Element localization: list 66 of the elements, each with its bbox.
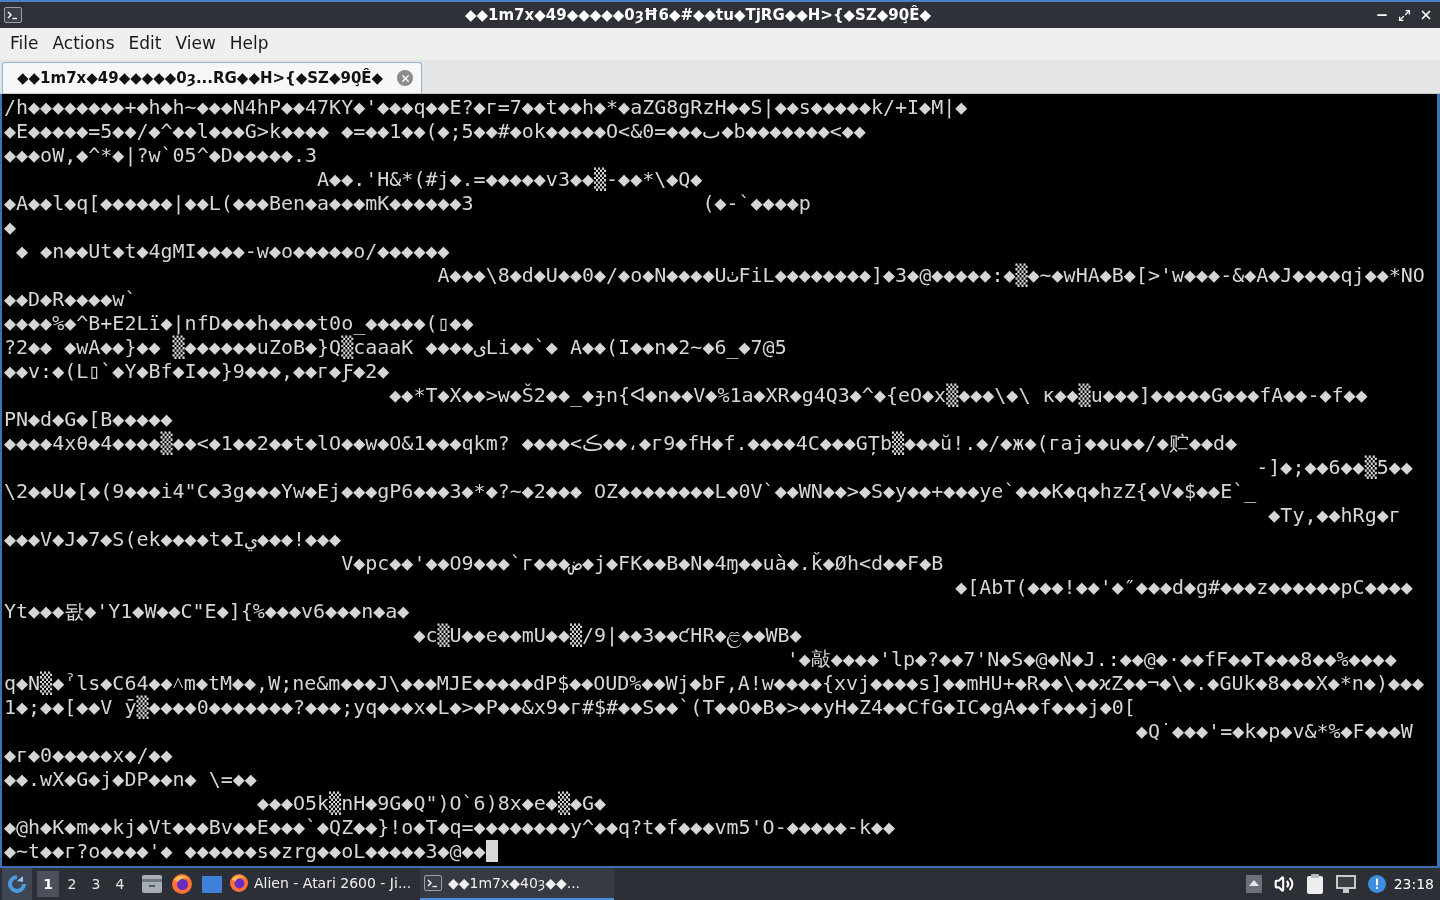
desktop-switch[interactable]: 2 <box>61 871 83 897</box>
desktop-switch[interactable]: 4 <box>109 871 131 897</box>
terminal-text: ◆ <box>4 215 17 239</box>
close-icon <box>399 72 411 84</box>
window-title: ◆◆1m7x◆49◆◆◆◆◆0ȝĦ6◆#◆◆tu◆TjRG◆◆H>{◆SZ◆90̧Ê◆ <box>465 4 931 26</box>
arrow-up-icon[interactable] <box>1245 875 1262 893</box>
terminal-icon <box>4 7 22 23</box>
terminal-text: 1◆;◆◆[◆◆V ȳ▒◆◆◆◆0◆◆◆◆◆◆◆?◆◆◆;yq◆◆◆x◆L◆>◆P◆◆&x9◆г#$#◆◆S◆◆`(T◆◆O◆B◆>◆◆yH◆Z4◆◆CfG◆IC◆gA◆◆f◆◆◆j◆0[ <box>4 695 1136 719</box>
info-icon[interactable] <box>1367 875 1386 893</box>
terminal-text: A◆◆.'H&*(#j◆.=◆◆◆◆◆v3◆◆▒-◆◆*\◆Q◆ <box>317 167 703 191</box>
terminal-text: Yt◆◆◆돲◆'Y1◆W◆◆C"E◆]{%◆◆◆v6◆◆◆n◆a◆ <box>4 599 410 623</box>
terminal-text: PN◆d◆G◆[B◆◆◆◆◆ <box>4 407 173 431</box>
maximize-button[interactable] <box>1396 7 1412 23</box>
terminal-text: ◆◆◆◆%◆^B+E2Lï◆|nfD◆◆◆h◆◆◆◆t0o_◆◆◆◆◆(▯◆◆ <box>4 311 474 335</box>
terminal-text: \2◆◆U◆[◆(9◆◆◆i4"C◆3g◆◆◆Yw◆Ej◆◆◆gP6◆◆◆3◆*◆?~◆2◆◆◆ OZ◆◆◆◆◆◆◆◆L◆0V`◆◆WN◆◆>◆S◆y◆◆+◆◆◆ye`◆◆◆K◆q◆hzZ{◆V◆$◆◆E`_ <box>4 479 1257 503</box>
tab-close-button[interactable] <box>397 70 414 86</box>
terminal-tab[interactable]: ◆◆1m7x◆49◆◆◆◆◆0ȝ...RG◆◆H>{◆SZ◆90̧Ê◆ <box>2 62 423 93</box>
task-button[interactable]: Alien - Atari 2600 - Ji... <box>226 868 420 900</box>
terminal-text: ◆ ◆n◆◆Ut◆t◆4gMI◆◆◆◆-w◆o◆◆◆◆◆o/◆◆◆◆◆◆ <box>16 239 450 263</box>
menu-item[interactable]: Actions <box>45 30 122 58</box>
task-button[interactable]: ◆◆1m7x◆40ȝ◆◆... <box>420 868 614 900</box>
terminal-text: ◆Q˙◆◆◆'=◆k◆p◆v&*%◆F◆◆◆W <box>1135 719 1413 743</box>
terminal-text: ◆A◆◆l◆q[◆◆◆◆◆◆|◆◆L(◆◆◆Ben◆a◆◆◆mK◆◆◆◆◆◆3 <box>4 191 474 215</box>
browser-icon <box>230 874 248 892</box>
terminal-text: ◆c▒U◆◆e◆◆mU◆◆▒/9|◆◆3◆◆ƈHR◆ළ◆◆WB◆ <box>413 623 802 647</box>
swirl-icon <box>6 873 28 895</box>
menu-item[interactable]: Help <box>222 30 276 58</box>
screen-icon[interactable] <box>202 875 222 893</box>
terminal-text: ◆[AbT(◆◆◆!◆◆'◆″◆◆◆d◆g#◆◆◆z◆◆◆◆◆◆pC◆◆◆◆ <box>955 575 1413 599</box>
close-icon <box>1419 8 1433 22</box>
terminal-text: -]◆;◆◆6◆◆▒5◆◆ <box>1256 455 1413 479</box>
terminal-text: '◆敲◆◆◆◆'lp◆?◆◆7'N◆S◆@◆N◆J.:◆◆@◆·◆◆fF◆◆T◆◆◆8◆◆%◆◆◆◆ <box>786 647 1397 671</box>
terminal-text: ◆г◆0◆◆◆◆◆x◆/◆◆ <box>4 743 173 767</box>
file-cabinet-icon[interactable] <box>142 875 162 893</box>
terminal-text: ◆◆D◆R◆◆◆◆w` <box>4 287 137 311</box>
terminal-text: ◆◆◆oW,◆^*◆|?w`05^◆D◆◆◆◆◆.3 <box>4 143 318 167</box>
terminal-text: ◆Ty,◆◆hRg◆г <box>1268 503 1401 527</box>
monitor-icon[interactable] <box>1335 875 1356 893</box>
terminal-icon <box>424 875 442 891</box>
menu-item[interactable]: File <box>3 30 46 58</box>
terminal-text: ◆◆◆◆4xθ◆4◆◆◆◆▒◆◆<◆1◆◆2◆◆t◆lO◆◆w◆O&1◆◆◆qkm? ◆◆◆◆<ڪ◆◆،◆г9◆fH◆f.◆◆◆◆4C◆◆◆GȚb▒◆◆◆ŭ!.◆/◆ж◆(гaj◆◆u◆◆/◆贮◆◆d◆ <box>4 431 1238 455</box>
terminal-text: V◆pc◆◆'◆◆O9◆◆◆`г◆◆◆ض◆j◆FK◆◆B◆N◆4ɱ◆◆uà◆.ǩ◆Øh<d◆◆F◆B <box>341 551 944 575</box>
desktop-switch[interactable]: 3 <box>85 871 107 897</box>
volume-icon[interactable] <box>1273 874 1294 894</box>
browser-icon[interactable] <box>172 874 192 894</box>
app-menu-button[interactable] <box>2 868 32 900</box>
terminal-text: A◆◆◆\8◆d◆U◆◆0◆/◆o◆N◆◆◆◆UٺFiL◆◆◆◆◆◆◆◆]◆3◆@◆◆◆◆◆:◆▒◆~◆wHA◆B◆[>'w◆◆◆-&◆A◆J◆◆◆◆qj◆◆*NO <box>437 263 1425 287</box>
menu-item[interactable]: Edit <box>121 30 169 58</box>
terminal-text: ◆◆*T◆X◆◆>w◆Š2◆◆_◆ɟn{ᐊ◆n◆◆V◆%1a◆XR◆g4Q3◆^◆{eO◆x▒◆◆◆\◆\ к◆◆▒u◆◆◆]◆◆◆◆◆G◆◆◆fA◆◆-◆f◆◆ <box>389 383 1368 407</box>
clipboard-icon[interactable] <box>1305 874 1324 894</box>
terminal-text: ?2◆◆ ◆wA◆◆}◆◆ ▒◆◆◆◆◆◆uZoB◆}Q▒caaaK ◆◆◆◆یLi◆◆`◆ A◆◆(I◆◆n◆2~◆6_◆7@5 <box>4 335 787 359</box>
terminal-text: ◆E◆◆◆◆◆=5◆◆/◆^◆◆l◆◆◆G>k◆◆◆◆ ◆=◆◆1◆◆(◆;5◆◆#◆ok◆◆◆◆◆O<&0=◆◆◆ٮ◆b◆◆◆◆◆◆◆<◆◆ <box>4 119 866 143</box>
desktop-switch[interactable]: 1 <box>37 871 59 897</box>
terminal-text: ◆◆v:◆(L▯`◆Y◆Bf◆I◆◆}9◆◆◆,◆◆г◆Ƒ◆2◆ <box>4 359 390 383</box>
menu-item[interactable]: View <box>168 30 223 58</box>
terminal-text: ◆@h◆K◆m◆◆kj◆Vt◆◆◆Bv◆◆E◆◆◆`◆QZ◆◆}!o◆T◆q=◆◆◆◆◆◆◆◆y^◆◆q?t◆f◆◆◆vm5'O-◆◆◆◆◆-k◆◆ <box>4 815 896 839</box>
terminal-text: (◆-`◆◆◆◆p <box>702 191 811 215</box>
text-cursor <box>485 840 498 862</box>
maximize-icon <box>1397 8 1411 22</box>
terminal-text: ◆~t◆◆г?o◆◆◆◆'◆ ◆◆◆◆◆◆s◆zrg◆◆oL◆◆◆◆◆3◆@◆◆ <box>4 839 486 863</box>
terminal-text: q◆N▒◆ˀls◆C64◆◆˄m◆tM◆◆,W;ne&m◆◆◆J\◆◆◆MJE◆◆◆◆◆dP$◆◆OUD%◆◆Wj◆bF,A!w◆◆◆◆{xvj◆◆◆◆s]◆◆mHU+◆R◆◆\◆◆ϰZ◆◆¬◆\◆.◆GUk◆8◆◆◆X◆*n◆)◆◆◆ <box>4 671 1425 695</box>
clock: 23:18 <box>1393 874 1434 894</box>
terminal-text: ◆◆.wX◆G◆j◆DP◆◆n◆ \=◆◆ <box>4 767 257 791</box>
terminal-text: ◆◆◆V◆J◆7◆S(ek◆◆◆◆t◆Iي◆◆◆!◆◆◆ <box>4 527 342 551</box>
terminal-text: /h◆◆◆◆◆◆◆◆+◆h◆h~◆◆◆N4hP◆◆47KY◆'◆◆◆q◆◆E?◆г=7◆◆t◆◆h◆*◆aZG8gRzH◆◆S|◆◆s◆◆◆◆◆k/+I◆M|◆ <box>4 95 968 119</box>
terminal-text: ◆◆◆O5k▒nH◆9G◆Q")O`6)8x◆e◆▒◆G◆ <box>256 791 607 815</box>
